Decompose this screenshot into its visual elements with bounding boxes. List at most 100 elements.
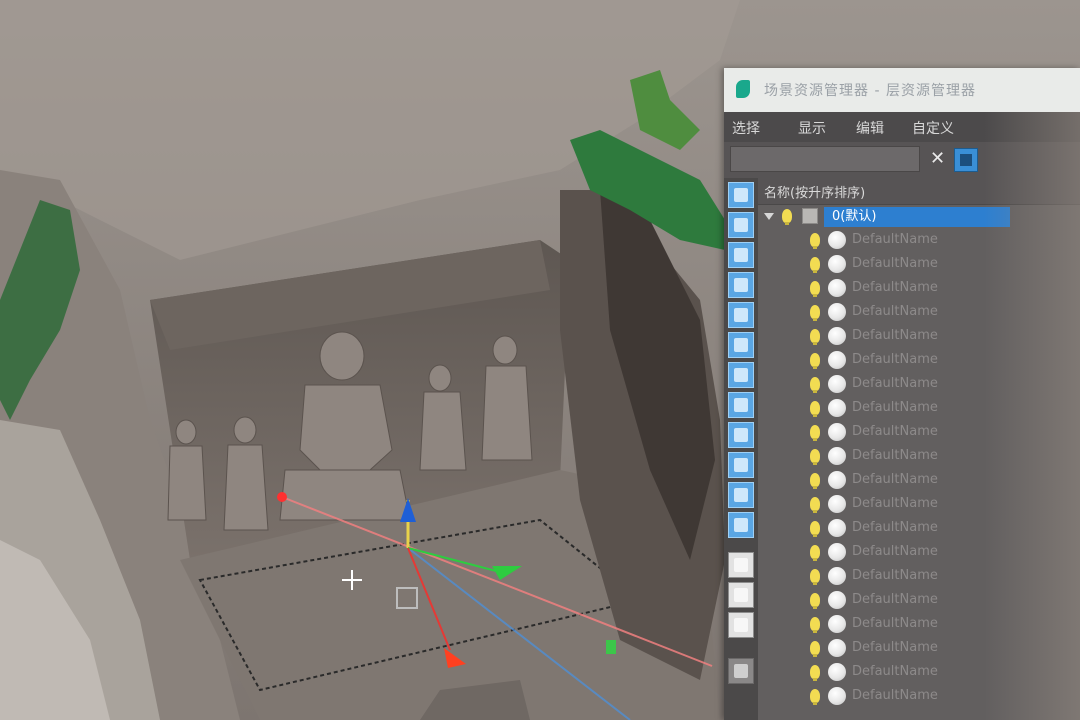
lightbulb-icon[interactable] — [810, 233, 820, 249]
sphere-icon — [828, 351, 846, 369]
helper-icon — [734, 338, 748, 352]
display-groups-button[interactable] — [728, 392, 754, 418]
lightbulb-icon[interactable] — [810, 569, 820, 585]
select-invert-icon — [734, 618, 748, 632]
sphere-icon — [828, 519, 846, 537]
lightbulb-icon[interactable] — [810, 617, 820, 633]
sphere-icon — [828, 255, 846, 273]
group-icon — [734, 398, 748, 412]
display-shapes-button[interactable] — [728, 242, 754, 268]
object-row[interactable]: DefaultName — [758, 469, 1080, 493]
object-row[interactable]: DefaultName — [758, 589, 1080, 613]
object-row[interactable]: DefaultName — [758, 613, 1080, 637]
display-none-button[interactable] — [728, 182, 754, 208]
menu-display[interactable]: 显示 — [798, 118, 826, 138]
lightbulb-icon[interactable] — [810, 425, 820, 441]
lightbulb-icon[interactable] — [810, 689, 820, 705]
object-row[interactable]: DefaultName — [758, 565, 1080, 589]
lightbulb-icon[interactable] — [810, 497, 820, 513]
sphere-icon — [828, 639, 846, 657]
display-spacewarps-button[interactable] — [728, 362, 754, 388]
lightbulb-icon[interactable] — [810, 641, 820, 657]
scene-explorer-panel: 场景资源管理器 - 层资源管理器 选择 显示 编辑 自定义 ✕ 名称(按升序排序… — [724, 68, 1080, 720]
lightbulb-icon[interactable] — [810, 473, 820, 489]
display-bones-button[interactable] — [728, 452, 754, 478]
lightbulb-icon[interactable] — [810, 449, 820, 465]
object-row[interactable]: DefaultName — [758, 349, 1080, 373]
object-row[interactable]: DefaultName — [758, 445, 1080, 469]
sphere-icon — [828, 663, 846, 681]
menu-select[interactable]: 选择 — [732, 118, 760, 138]
sphere-icon — [828, 327, 846, 345]
display-cameras-button[interactable] — [728, 302, 754, 328]
object-row[interactable]: DefaultName — [758, 541, 1080, 565]
object-row[interactable]: DefaultName — [758, 301, 1080, 325]
display-helpers-button[interactable] — [728, 332, 754, 358]
lightbulb-icon[interactable] — [810, 593, 820, 609]
object-row[interactable]: DefaultName — [758, 397, 1080, 421]
menu-customize[interactable]: 自定义 — [912, 118, 954, 138]
object-row[interactable]: DefaultName — [758, 325, 1080, 349]
lightbulb-icon[interactable] — [810, 353, 820, 369]
lightbulb-icon[interactable] — [810, 521, 820, 537]
object-row[interactable]: DefaultName — [758, 637, 1080, 661]
object-name: DefaultName — [852, 400, 938, 415]
column-header-label: 名称(按升序排序) — [764, 186, 866, 201]
search-row: ✕ — [724, 142, 1080, 178]
display-containers-button[interactable] — [728, 482, 754, 508]
object-row[interactable]: DefaultName — [758, 421, 1080, 445]
lightbulb-icon[interactable] — [810, 545, 820, 561]
object-name: DefaultName — [852, 640, 938, 655]
lightbulb-icon[interactable] — [810, 329, 820, 345]
object-row[interactable]: DefaultName — [758, 229, 1080, 253]
tree-column-header[interactable]: 名称(按升序排序) — [758, 178, 1080, 205]
display-lights-button[interactable] — [728, 272, 754, 298]
shape-icon — [734, 248, 748, 262]
select-all-button[interactable] — [728, 552, 754, 578]
chevron-down-icon[interactable] — [764, 213, 774, 220]
object-name: DefaultName — [852, 664, 938, 679]
object-row[interactable]: DefaultName — [758, 517, 1080, 541]
select-invert-button[interactable] — [728, 612, 754, 638]
light-icon — [734, 278, 748, 292]
close-icon[interactable]: ✕ — [930, 148, 945, 170]
lightbulb-icon[interactable] — [810, 305, 820, 321]
layer-row-default[interactable]: 0(默认) — [758, 205, 1080, 229]
filter-funnel-button[interactable] — [728, 658, 754, 684]
lightbulb-icon[interactable] — [782, 209, 792, 225]
object-name: DefaultName — [852, 328, 938, 343]
select-none-icon — [734, 588, 748, 602]
spacewarp-icon — [734, 368, 748, 382]
lightbulb-icon[interactable] — [810, 401, 820, 417]
layer-icon — [802, 208, 818, 224]
lightbulb-icon[interactable] — [810, 257, 820, 273]
menu-edit[interactable]: 编辑 — [856, 118, 884, 138]
object-row[interactable]: DefaultName — [758, 493, 1080, 517]
search-input[interactable] — [730, 146, 920, 172]
sphere-icon — [828, 687, 846, 705]
filter-toggle-icon[interactable] — [954, 148, 978, 172]
object-row[interactable]: DefaultName — [758, 253, 1080, 277]
object-row[interactable]: DefaultName — [758, 685, 1080, 709]
object-name: DefaultName — [852, 592, 938, 607]
select-none-button[interactable] — [728, 582, 754, 608]
lightbulb-icon[interactable] — [810, 377, 820, 393]
object-name: DefaultName — [852, 376, 938, 391]
layer-name: 0(默认) — [824, 207, 1010, 227]
title-bar[interactable]: 场景资源管理器 - 层资源管理器 — [724, 68, 1080, 112]
lightbulb-icon[interactable] — [810, 281, 820, 297]
object-row[interactable]: DefaultName — [758, 661, 1080, 685]
sphere-icon — [828, 423, 846, 441]
display-frozen-button[interactable] — [728, 512, 754, 538]
display-geometry-button[interactable] — [728, 212, 754, 238]
display-xrefs-button[interactable] — [728, 422, 754, 448]
sphere-icon — [828, 591, 846, 609]
filter-toolstrip — [724, 178, 758, 720]
sphere-icon — [828, 375, 846, 393]
object-row[interactable]: DefaultName — [758, 373, 1080, 397]
object-name: DefaultName — [852, 544, 938, 559]
lightbulb-icon[interactable] — [810, 665, 820, 681]
object-row[interactable]: DefaultName — [758, 277, 1080, 301]
sphere-filter-icon — [734, 188, 748, 202]
object-name: DefaultName — [852, 256, 938, 271]
